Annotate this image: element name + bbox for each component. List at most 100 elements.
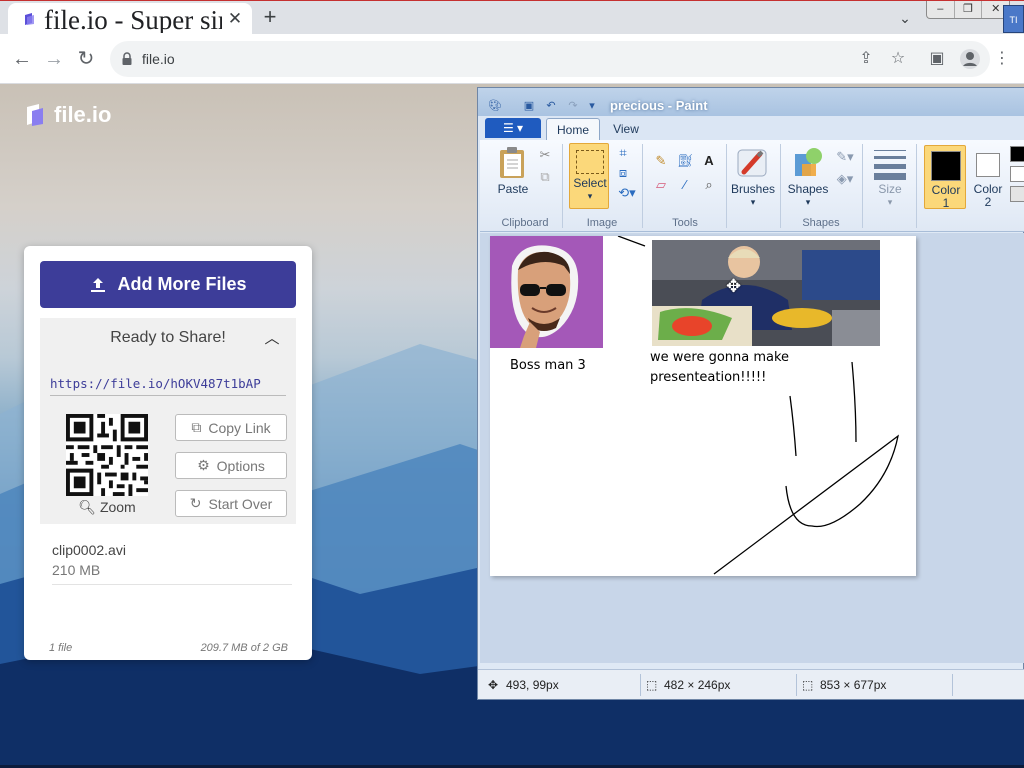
ribbon-separator xyxy=(916,144,917,228)
shapes-icon[interactable] xyxy=(792,146,824,180)
paint-canvas[interactable]: Boss man 3 we were gonna make presenteat… xyxy=(490,236,916,576)
tab-close-icon[interactable]: ✕ xyxy=(226,10,244,28)
browser-tab[interactable]: file.io - Super simple file sharing ✕ xyxy=(8,3,252,35)
profile-avatar-icon[interactable] xyxy=(958,47,982,71)
quick-access-dropdown-icon[interactable]: ▾ xyxy=(585,99,599,113)
image-group-label: Image xyxy=(586,217,618,229)
resize-icon[interactable]: ⧈ xyxy=(614,164,632,182)
canvas-size-icon: ⬚ xyxy=(802,678,814,692)
fill-bucket-icon[interactable]: ⛽︎ xyxy=(676,152,694,170)
tools-group-label: Tools xyxy=(672,217,698,229)
start-over-button[interactable]: ↻ Start Over xyxy=(175,490,287,517)
new-tab-icon[interactable]: + xyxy=(259,6,281,28)
outline-icon[interactable]: ✎▾ xyxy=(832,148,858,166)
copy-icon-paint[interactable]: ⧉ xyxy=(536,168,554,186)
upload-icon xyxy=(91,277,106,292)
logo-text: file.io xyxy=(54,102,112,127)
address-bar[interactable]: file.io ⇪ ☆ xyxy=(110,41,990,77)
palette-swatch-black[interactable] xyxy=(1010,146,1024,162)
paste-icon[interactable] xyxy=(498,146,528,180)
size-dropdown-icon[interactable]: ▾ xyxy=(870,197,910,208)
fileio-logo[interactable]: file.io xyxy=(24,102,111,128)
shape-fill-icon[interactable]: ◈▾ xyxy=(832,170,858,188)
tab-view[interactable]: View xyxy=(604,118,648,140)
paint-file-menu-button[interactable]: ☰ ▾ xyxy=(485,118,541,138)
ribbon-separator xyxy=(780,144,781,228)
paste-label: Paste xyxy=(497,182,529,196)
canvas-size: 853 × 677px xyxy=(820,678,887,692)
brushes-icon[interactable] xyxy=(736,146,770,180)
save-icon[interactable]: ▣ xyxy=(522,99,536,113)
crop-icon[interactable]: ⌗ xyxy=(614,144,632,162)
ribbon-separator xyxy=(562,144,563,228)
reload-icon[interactable]: ↻ xyxy=(74,47,98,71)
copy-link-button[interactable]: ⧉ Copy Link xyxy=(175,414,287,441)
eraser-icon[interactable]: ▱ xyxy=(652,176,670,194)
color2-button[interactable]: Color 2 xyxy=(968,145,1008,209)
share-link[interactable]: https://file.io/hOKV487t1bAP xyxy=(50,376,286,396)
tab-title: file.io - Super simple file sharing xyxy=(44,5,222,33)
palette-swatch-white[interactable] xyxy=(1010,166,1024,182)
browser-toolbar: ← → ↻ file.io ⇪ ☆ ▣ ⋮ xyxy=(0,34,1024,84)
share-icon[interactable]: ⇪ xyxy=(856,49,876,69)
refresh-icon: ↻ xyxy=(189,495,202,511)
options-label: Options xyxy=(216,457,265,474)
add-more-files-button[interactable]: Add More Files xyxy=(40,261,296,308)
size-icon[interactable] xyxy=(874,150,906,180)
forward-icon[interactable]: → xyxy=(42,47,66,71)
side-panel-icon[interactable]: ▣ xyxy=(925,47,949,71)
color1-button[interactable]: Color 1 xyxy=(924,145,966,210)
add-more-files-label: Add More Files xyxy=(117,274,247,294)
select-label: Select xyxy=(573,176,607,190)
file-name: clip0002.avi xyxy=(52,542,126,558)
selection-size: 482 × 246px xyxy=(664,678,731,692)
select-button[interactable]: Select ▾ xyxy=(569,143,609,209)
menu-kebab-icon[interactable]: ⋮ xyxy=(990,47,1014,71)
color-picker-icon[interactable]: ⁄ xyxy=(676,176,694,194)
shapes-dropdown-icon[interactable]: ▾ xyxy=(784,197,832,208)
tab-home[interactable]: Home xyxy=(546,118,600,140)
rotate-icon[interactable]: ⟲▾ xyxy=(614,184,640,202)
paint-titlebar: 🎨︎ ▣ ↶ ↷ ▾ precious - Paint xyxy=(478,88,1024,116)
storage-usage: 209.7 MB of 2 GB xyxy=(200,642,288,654)
ribbon-separator xyxy=(726,144,727,228)
redo-icon[interactable]: ↷ xyxy=(566,99,580,113)
undo-icon[interactable]: ↶ xyxy=(544,99,558,113)
collapse-chevron-icon[interactable]: ︿ xyxy=(262,329,282,349)
canvas-area: Boss man 3 we were gonna make presenteat… xyxy=(480,233,1024,663)
zoom-button[interactable]: 🔍︎ Zoom xyxy=(66,499,148,516)
bookmark-star-icon[interactable]: ☆ xyxy=(888,49,908,69)
panel-title: Ready to Share! xyxy=(110,329,226,346)
color2-number: 2 xyxy=(984,195,992,209)
restore-icon[interactable]: ❐ xyxy=(955,1,983,18)
select-dropdown-icon: ▾ xyxy=(587,191,593,201)
window-controls: – ❐ ✕ xyxy=(926,1,1010,19)
options-button[interactable]: ⚙ Options xyxy=(175,452,287,479)
minimize-icon[interactable]: – xyxy=(927,1,955,18)
divider xyxy=(52,584,292,585)
brushes-dropdown-icon[interactable]: ▾ xyxy=(730,197,776,208)
copy-link-label: Copy Link xyxy=(208,419,271,436)
zoom-label: Zoom xyxy=(99,499,136,515)
pencil-icon[interactable]: ✎ xyxy=(652,152,670,170)
tab-search-chevron-icon[interactable]: ⌄ xyxy=(895,8,915,28)
shapes-label: Shapes xyxy=(787,182,829,196)
fileio-logo-icon xyxy=(27,104,43,126)
cursor-position: 493, 99px xyxy=(506,678,559,692)
copy-icon: ⧉ xyxy=(191,419,202,435)
zoom-magnifier-icon: 🔍︎ xyxy=(78,499,97,515)
shapes-group-label: Shapes xyxy=(802,217,840,229)
magnifier-icon[interactable]: ⌕ xyxy=(700,176,718,194)
cut-icon[interactable]: ✂ xyxy=(536,146,554,164)
file-size: 210 MB xyxy=(52,562,101,578)
corner-badge: TI xyxy=(1003,5,1024,33)
color1-number: 1 xyxy=(942,196,950,210)
color1-swatch xyxy=(931,151,961,181)
share-card: Add More Files Ready to Share! ︿ https:/… xyxy=(24,246,312,660)
text-tool-icon[interactable]: A xyxy=(700,152,718,170)
color2-label: Color xyxy=(973,182,1003,196)
back-icon[interactable]: ← xyxy=(10,47,34,71)
freehand-drawing xyxy=(617,236,899,575)
qr-code[interactable] xyxy=(66,414,148,496)
palette-swatch-gray[interactable] xyxy=(1010,186,1024,202)
